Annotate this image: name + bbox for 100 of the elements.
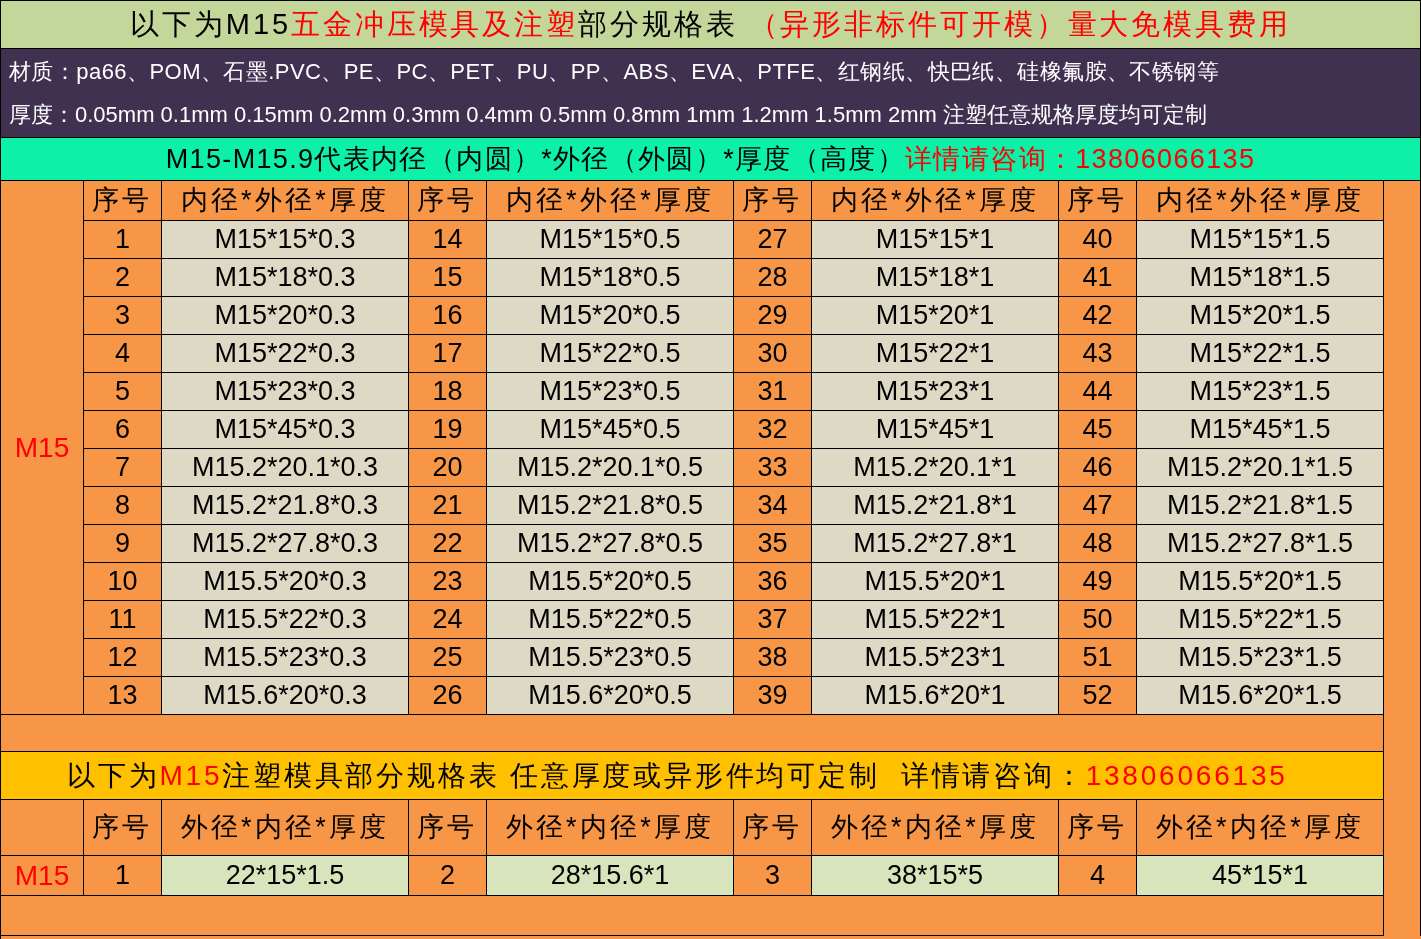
- table-cell: 47: [1058, 487, 1136, 525]
- table-cell: M15.2*21.8*0.5: [486, 487, 733, 525]
- table-cell: M15.2*20.1*0.3: [161, 449, 408, 487]
- table-cell: 22: [408, 525, 486, 563]
- table-cell: M15*22*1.5: [1136, 335, 1383, 373]
- table-cell: M15*23*0.5: [486, 373, 733, 411]
- table-cell: M15*45*1: [811, 411, 1058, 449]
- table-cell: 33: [733, 449, 811, 487]
- column-header: 外径*内径*厚度: [486, 800, 733, 856]
- table-cell: 29: [733, 297, 811, 335]
- table-cell: M15.5*23*0.5: [486, 639, 733, 677]
- table-cell: 1: [83, 221, 161, 259]
- table-cell: 23: [408, 563, 486, 601]
- table-cell: M15*15*0.5: [486, 221, 733, 259]
- thickness-text: 厚度：0.05mm 0.1mm 0.15mm 0.2mm 0.3mm 0.4mm 0.5mm 0.8mm 1mm 1.2mm 1.5mm 2mm 注塑任意规格厚度均可定制: [9, 101, 1208, 129]
- table-cell: M15*23*0.3: [161, 373, 408, 411]
- table-cell: 42: [1058, 297, 1136, 335]
- table-cell: 15: [408, 259, 486, 297]
- column-header: 内径*外径*厚度: [1136, 181, 1383, 221]
- table-cell: 26: [408, 677, 486, 715]
- table-cell: 49: [1058, 563, 1136, 601]
- table-cell: 39: [733, 677, 811, 715]
- table-cell: 2: [83, 259, 161, 297]
- table-cell: M15.5*23*0.3: [161, 639, 408, 677]
- table-cell: M15.5*20*1.5: [1136, 563, 1383, 601]
- table-cell: 16: [408, 297, 486, 335]
- table-cell: 2: [408, 856, 486, 896]
- table-cell: M15.2*27.8*1.5: [1136, 525, 1383, 563]
- table-cell: 13: [83, 677, 161, 715]
- table-cell: 6: [83, 411, 161, 449]
- table-cell: M15.2*20.1*1.5: [1136, 449, 1383, 487]
- table-cell: 3: [733, 856, 811, 896]
- table-cell: M15.5*22*0.3: [161, 601, 408, 639]
- table-cell: M15.5*20*0.3: [161, 563, 408, 601]
- table-cell: M15*15*1: [811, 221, 1058, 259]
- column-header: 序号: [83, 181, 161, 221]
- column-header: 内径*外径*厚度: [161, 181, 408, 221]
- column-header: 外径*内径*厚度: [1136, 800, 1383, 856]
- column-header: 序号: [733, 181, 811, 221]
- table-cell: M15*23*1.5: [1136, 373, 1383, 411]
- table-cell: M15*15*0.3: [161, 221, 408, 259]
- table-cell: 44: [1058, 373, 1136, 411]
- table-cell: 27: [733, 221, 811, 259]
- table-cell: 31: [733, 373, 811, 411]
- table-cell: 17: [408, 335, 486, 373]
- table-cell: 28*15.6*1: [486, 856, 733, 896]
- table-cell: 4: [83, 335, 161, 373]
- table-cell: 28: [733, 259, 811, 297]
- table-cell: 8: [83, 487, 161, 525]
- column-header: 序号: [1058, 181, 1136, 221]
- table-cell: 36: [733, 563, 811, 601]
- table-cell: 34: [733, 487, 811, 525]
- table-cell: M15*20*0.5: [486, 297, 733, 335]
- table-cell: M15.5*22*1: [811, 601, 1058, 639]
- table-cell: M15.6*20*0.3: [161, 677, 408, 715]
- table-cell: 32: [733, 411, 811, 449]
- table-cell: 52: [1058, 677, 1136, 715]
- table-cell: 22*15*1.5: [161, 856, 408, 896]
- table-cell: M15*15*1.5: [1136, 221, 1383, 259]
- table-cell: 45*15*1: [1136, 856, 1383, 896]
- table-cell: 46: [1058, 449, 1136, 487]
- table-cell: 7: [83, 449, 161, 487]
- table-cell: M15.6*20*1.5: [1136, 677, 1383, 715]
- section-banner-text: 以下为 M15注塑模具部分规格表 任意厚度或异形件均可定制 详情请咨询：13806066135: [67, 758, 1288, 793]
- table-cell: M15.5*20*1: [811, 563, 1058, 601]
- table-cell: M15.5*22*1.5: [1136, 601, 1383, 639]
- table-cell: 37: [733, 601, 811, 639]
- table-cell: M15*18*1: [811, 259, 1058, 297]
- table-cell: 48: [1058, 525, 1136, 563]
- table-cell: M15.5*20*0.5: [486, 563, 733, 601]
- table-cell: 9: [83, 525, 161, 563]
- column-header: 外径*内径*厚度: [161, 800, 408, 856]
- table-cell: M15.6*20*0.5: [486, 677, 733, 715]
- column-header: 内径*外径*厚度: [811, 181, 1058, 221]
- table-cell: M15*22*0.3: [161, 335, 408, 373]
- table-cell: 14: [408, 221, 486, 259]
- table-cell: 43: [1058, 335, 1136, 373]
- table-cell: 25: [408, 639, 486, 677]
- table-cell: M15.6*20*1: [811, 677, 1058, 715]
- table-cell: 18: [408, 373, 486, 411]
- column-header: 序号: [83, 800, 161, 856]
- table-cell: M15*22*1: [811, 335, 1058, 373]
- table-cell: M15.2*27.8*0.5: [486, 525, 733, 563]
- table-cell: M15*20*1: [811, 297, 1058, 335]
- table-cell: M15.2*21.8*0.3: [161, 487, 408, 525]
- table-cell: 10: [83, 563, 161, 601]
- table-cell: M15.2*21.8*1: [811, 487, 1058, 525]
- table-cell: 3: [83, 297, 161, 335]
- table-cell: M15.5*22*0.5: [486, 601, 733, 639]
- materials-text: 材质：pa66、POM、石墨.PVC、PE、PC、PET、PU、PP、ABS、EVA、PTFE、红钢纸、快巴纸、硅橡氟胺、不锈钢等: [9, 58, 1221, 86]
- table-cell: 50: [1058, 601, 1136, 639]
- table-cell: 38*15*5: [811, 856, 1058, 896]
- title-text: 以下为M15五金冲压模具及注塑部分规格表 （异形非标件可开模）量大免模具费用: [130, 6, 1291, 42]
- table-cell: M15.5*23*1: [811, 639, 1058, 677]
- table-cell: 11: [83, 601, 161, 639]
- table-cell: M15.2*27.8*0.3: [161, 525, 408, 563]
- table-cell: M15.2*20.1*0.5: [486, 449, 733, 487]
- table-cell: M15*20*1.5: [1136, 297, 1383, 335]
- table-cell: 12: [83, 639, 161, 677]
- table-cell: 40: [1058, 221, 1136, 259]
